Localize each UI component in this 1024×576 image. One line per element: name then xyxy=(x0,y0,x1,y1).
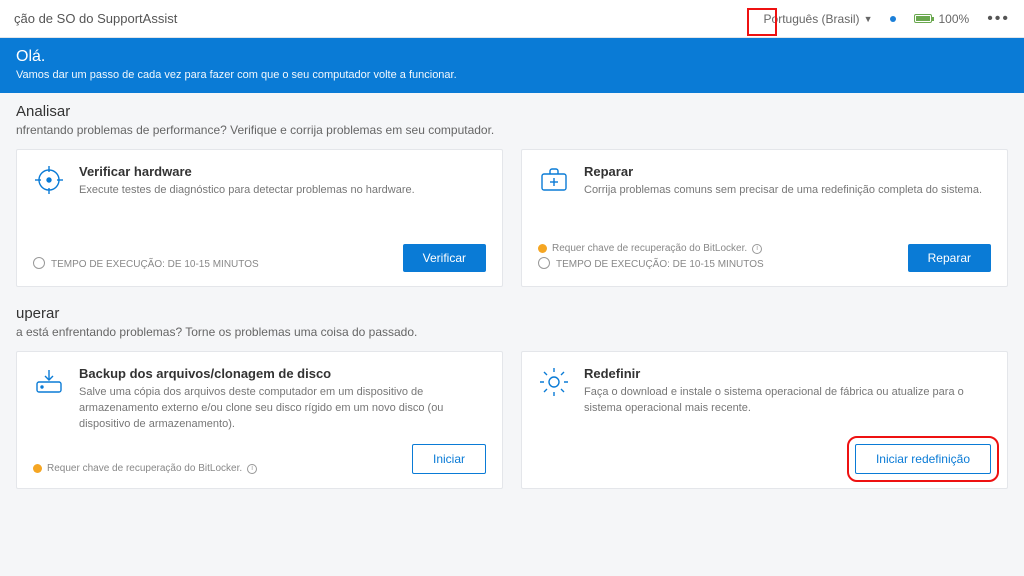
card-verify-time: TEMPO DE EXECUÇÃO: DE 10-15 MINUTOS xyxy=(51,259,259,270)
card-backup-bitlocker: Requer chave de recuperação do BitLocker… xyxy=(47,463,242,474)
clock-icon xyxy=(33,257,46,272)
hero-greeting: Olá. xyxy=(16,48,1008,66)
section-analyze-sub: nfrentando problemas de performance? Ver… xyxy=(16,123,1008,137)
info-icon[interactable]: i xyxy=(752,244,762,254)
chevron-down-icon: ▼ xyxy=(864,14,873,24)
info-icon[interactable]: i xyxy=(247,464,257,474)
drive-arrow-icon xyxy=(33,366,65,398)
hero-sub: Vamos dar um passo de cada vez para faze… xyxy=(16,69,1008,81)
section-recover: uperar a está enfrentando problemas? Tor… xyxy=(16,305,1008,489)
section-analyze-title: Analisar xyxy=(16,103,1008,120)
section-recover-sub: a está enfrentando problemas? Torne os p… xyxy=(16,325,1008,339)
card-repair: Reparar Corrija problemas comuns sem pre… xyxy=(521,149,1008,287)
repair-button[interactable]: Reparar xyxy=(908,244,991,272)
card-verify-desc: Execute testes de diagnóstico para detec… xyxy=(79,183,415,199)
card-verify-hardware: Verificar hardware Execute testes de dia… xyxy=(16,149,503,287)
card-reset-desc: Faça o download e instale o sistema oper… xyxy=(584,385,991,417)
topbar: ção de SO do SupportAssist Português (Br… xyxy=(0,0,1024,38)
warn-icon xyxy=(538,244,547,253)
card-backup-title: Backup dos arquivos/clonagem de disco xyxy=(79,366,486,381)
hero-banner: Olá. Vamos dar um passo de cada vez para… xyxy=(0,38,1024,93)
card-reset-title: Redefinir xyxy=(584,366,991,381)
clock-icon xyxy=(538,257,551,272)
card-backup-desc: Salve uma cópia dos arquivos deste compu… xyxy=(79,385,486,433)
section-analyze: Analisar nfrentando problemas de perform… xyxy=(16,103,1008,287)
status-indicator-icon xyxy=(890,16,896,22)
language-label: Português (Brasil) xyxy=(764,12,860,26)
card-backup: Backup dos arquivos/clonagem de disco Sa… xyxy=(16,351,503,489)
gear-reset-icon xyxy=(538,366,570,398)
backup-start-button[interactable]: Iniciar xyxy=(412,444,486,474)
section-recover-title: uperar xyxy=(16,305,1008,322)
language-selector[interactable]: Português (Brasil) ▼ xyxy=(764,12,873,26)
card-repair-title: Reparar xyxy=(584,164,982,179)
battery-icon xyxy=(914,14,932,23)
firstaid-icon xyxy=(538,164,570,196)
card-reset: Redefinir Faça o download e instale o si… xyxy=(521,351,1008,489)
card-repair-desc: Corrija problemas comuns sem precisar de… xyxy=(584,183,982,199)
battery-percent: 100% xyxy=(938,12,969,26)
battery-status: 100% xyxy=(914,12,969,26)
card-repair-time: TEMPO DE EXECUÇÃO: DE 10-15 MINUTOS xyxy=(556,259,764,270)
card-verify-title: Verificar hardware xyxy=(79,164,415,179)
app-title: ção de SO do SupportAssist xyxy=(14,11,177,26)
card-repair-bitlocker: Requer chave de recuperação do BitLocker… xyxy=(552,243,747,254)
reset-start-button[interactable]: Iniciar redefinição xyxy=(855,444,991,474)
warn-icon xyxy=(33,464,42,473)
crosshair-icon xyxy=(33,164,65,196)
verify-button[interactable]: Verificar xyxy=(403,244,486,272)
more-menu-icon[interactable]: ••• xyxy=(987,10,1010,28)
